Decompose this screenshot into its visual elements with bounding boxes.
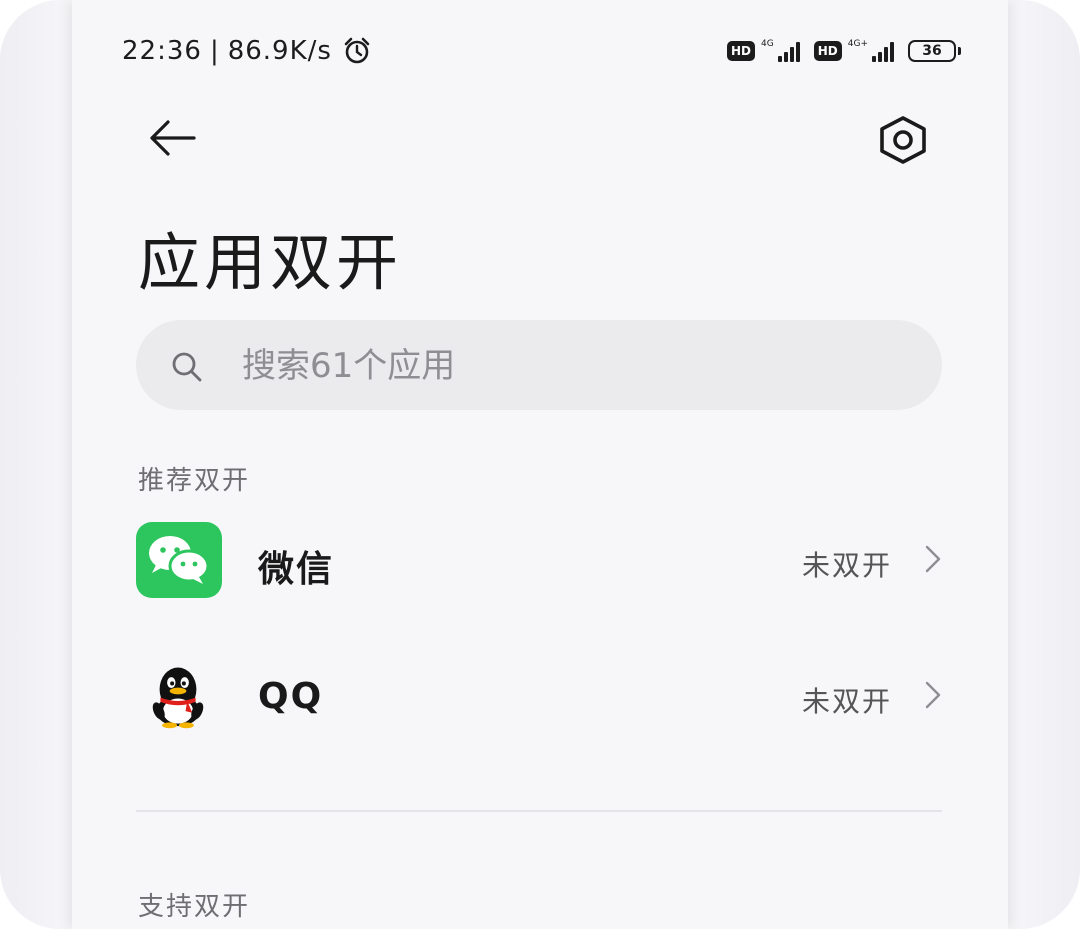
status-separator: | — [209, 36, 220, 66]
hd-badge-sim1: HD — [727, 41, 756, 61]
qq-icon — [152, 667, 204, 729]
network-speed: 86.9K/s — [227, 36, 332, 66]
signal-icon — [777, 40, 800, 62]
app-name: 微信 — [258, 549, 335, 590]
back-button[interactable] — [144, 116, 200, 160]
status-right: HD 4G HD 4G+ 36 — [727, 39, 961, 62]
list-item-qq[interactable]: QQ 未双开 — [132, 644, 948, 754]
divider — [136, 810, 942, 812]
gear-icon — [880, 116, 926, 164]
wechat-icon — [136, 522, 222, 598]
network-type-sim2: 4G+ — [847, 39, 868, 49]
app-screen: 22:36 | 86.9K/s HD 4G HD 4G+ 36 应用双开 搜索6… — [72, 0, 1008, 929]
alarm-icon — [344, 37, 370, 64]
section-label-supported: 支持双开 — [138, 892, 251, 922]
search-icon — [172, 352, 202, 382]
network-type-sim1: 4G — [761, 39, 774, 49]
signal-icon — [872, 40, 894, 62]
settings-button[interactable] — [872, 112, 934, 168]
hd-badge-sim2: HD — [813, 41, 842, 61]
app-name: QQ — [258, 676, 324, 717]
search-bar[interactable] — [136, 320, 942, 410]
status-bar: 22:36 | 86.9K/s HD 4G HD 4G+ 36 — [72, 32, 1008, 76]
clock: 22:36 — [122, 36, 202, 66]
page-title: 应用双开 — [138, 226, 403, 299]
section-label-recommended: 推荐双开 — [138, 466, 251, 496]
arrow-left-icon — [150, 120, 196, 156]
list-item-wechat[interactable]: 微信 未双开 — [132, 508, 948, 618]
battery-level: 36 — [922, 43, 942, 59]
phone-frame: 22:36 | 86.9K/s HD 4G HD 4G+ 36 应用双开 搜索6… — [0, 0, 1080, 929]
search-input[interactable] — [240, 340, 904, 392]
status-left: 22:36 | 86.9K/s — [122, 36, 372, 66]
chevron-right-icon — [925, 681, 941, 709]
battery-icon: 36 — [908, 40, 961, 62]
chevron-right-icon — [925, 545, 941, 573]
dual-status: 未双开 — [801, 549, 892, 582]
dual-status: 未双开 — [801, 685, 892, 718]
